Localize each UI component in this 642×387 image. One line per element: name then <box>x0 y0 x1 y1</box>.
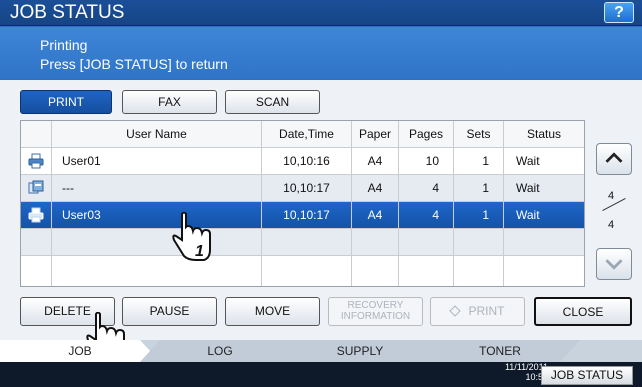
cell-status: Wait <box>503 202 584 229</box>
table-row[interactable]: --- 10,10:17 A4 4 1 Wait <box>21 175 584 202</box>
cell-datetime: 10,10:17 <box>261 202 351 229</box>
copier-icon <box>28 180 44 194</box>
col-date-time: Date,Time <box>261 121 351 148</box>
cell-pages: 4 <box>398 175 453 202</box>
col-pages: Pages <box>398 121 453 148</box>
move-button[interactable]: MOVE <box>225 297 320 326</box>
table-row[interactable]: User01 10,10:16 A4 10 1 Wait <box>21 148 584 175</box>
col-sets: Sets <box>453 121 503 148</box>
cell-paper: A4 <box>351 175 398 202</box>
cell-sets: 1 <box>453 202 503 229</box>
recovery-label-line1: RECOVERY <box>347 300 404 311</box>
icon-column-header <box>21 121 51 148</box>
cell-user: User01 <box>51 148 261 175</box>
tab-scan[interactable]: SCAN <box>225 90 320 114</box>
cell-status: Wait <box>503 148 584 175</box>
empty-cell <box>51 229 261 256</box>
table-row-empty <box>21 229 584 256</box>
job-status-screen: JOB STATUS ? Printing Press [JOB STATUS]… <box>0 0 642 387</box>
empty-cell <box>261 229 351 256</box>
empty-cell <box>351 229 398 256</box>
cell-datetime: 10,10:17 <box>261 175 351 202</box>
row-icon-cell <box>21 175 51 202</box>
main-panel: PRINT FAX SCAN User Name Date,Time Paper… <box>0 80 642 361</box>
close-button[interactable]: CLOSE <box>534 297 632 326</box>
tab-supply[interactable]: SUPPLY <box>280 340 440 362</box>
help-button[interactable]: ? <box>604 2 634 23</box>
empty-cell <box>398 256 453 286</box>
scroll-up-button[interactable] <box>596 143 632 175</box>
status-message: Printing <box>40 37 88 53</box>
col-paper: Paper <box>351 121 398 148</box>
tab-job[interactable]: JOB <box>0 340 160 362</box>
printer-icon <box>28 207 44 223</box>
row-icon-cell <box>21 148 51 175</box>
table-row-empty <box>21 256 584 286</box>
cell-pages: 4 <box>398 202 453 229</box>
job-table: User Name Date,Time Paper Pages Sets Sta… <box>20 120 585 287</box>
cell-status: Wait <box>503 175 584 202</box>
print-button-label: PRINT <box>468 304 505 318</box>
cell-user: --- <box>51 175 261 202</box>
empty-cell <box>453 256 503 286</box>
pause-button[interactable]: PAUSE <box>122 297 217 326</box>
recovery-label-line2: INFORMATION <box>340 311 411 322</box>
cell-user: User03 <box>51 202 261 229</box>
empty-cell <box>351 256 398 286</box>
cell-datetime: 10,10:16 <box>261 148 351 175</box>
message-bar: Printing Press [JOB STATUS] to return <box>0 27 642 79</box>
print-button[interactable]: PRINT <box>430 297 525 326</box>
row-icon-cell <box>21 202 51 229</box>
table-row-selected[interactable]: User03 10,10:17 A4 4 1 Wait <box>21 202 584 229</box>
empty-cell <box>503 256 584 286</box>
empty-cell <box>261 256 351 286</box>
empty-cell <box>21 229 51 256</box>
page-total: 4 <box>608 219 615 231</box>
table-header: User Name Date,Time Paper Pages Sets Sta… <box>21 121 584 148</box>
page-title: JOB STATUS <box>10 2 125 23</box>
empty-cell <box>21 256 51 286</box>
col-user-name: User Name <box>51 121 261 148</box>
job-status-button[interactable]: JOB STATUS <box>541 366 633 385</box>
scroll-down-button[interactable] <box>596 248 632 280</box>
cell-pages: 10 <box>398 148 453 175</box>
step-one-callout: 1 <box>195 243 204 260</box>
empty-cell <box>51 256 261 286</box>
chevron-up-icon <box>605 152 623 163</box>
empty-cell <box>453 229 503 256</box>
print-diamond-icon <box>448 305 461 317</box>
tab-log[interactable]: LOG <box>140 340 300 362</box>
recovery-information-button[interactable]: RECOVERY INFORMATION <box>328 297 423 326</box>
chevron-down-icon <box>605 259 623 270</box>
tab-fax[interactable]: FAX <box>122 90 217 114</box>
page-current: 4 <box>608 190 615 202</box>
title-bar: JOB STATUS ? <box>0 0 642 26</box>
col-status: Status <box>503 121 584 148</box>
tab-print[interactable]: PRINT <box>20 90 112 114</box>
tap-hand-icon: 1 <box>172 212 211 261</box>
cell-paper: A4 <box>351 202 398 229</box>
cell-sets: 1 <box>453 175 503 202</box>
cell-sets: 1 <box>453 148 503 175</box>
cell-paper: A4 <box>351 148 398 175</box>
tab-toner[interactable]: TONER <box>420 340 580 362</box>
printer-icon <box>28 153 44 169</box>
instruction-message: Press [JOB STATUS] to return <box>40 56 228 72</box>
empty-cell <box>398 229 453 256</box>
empty-cell <box>503 229 584 256</box>
